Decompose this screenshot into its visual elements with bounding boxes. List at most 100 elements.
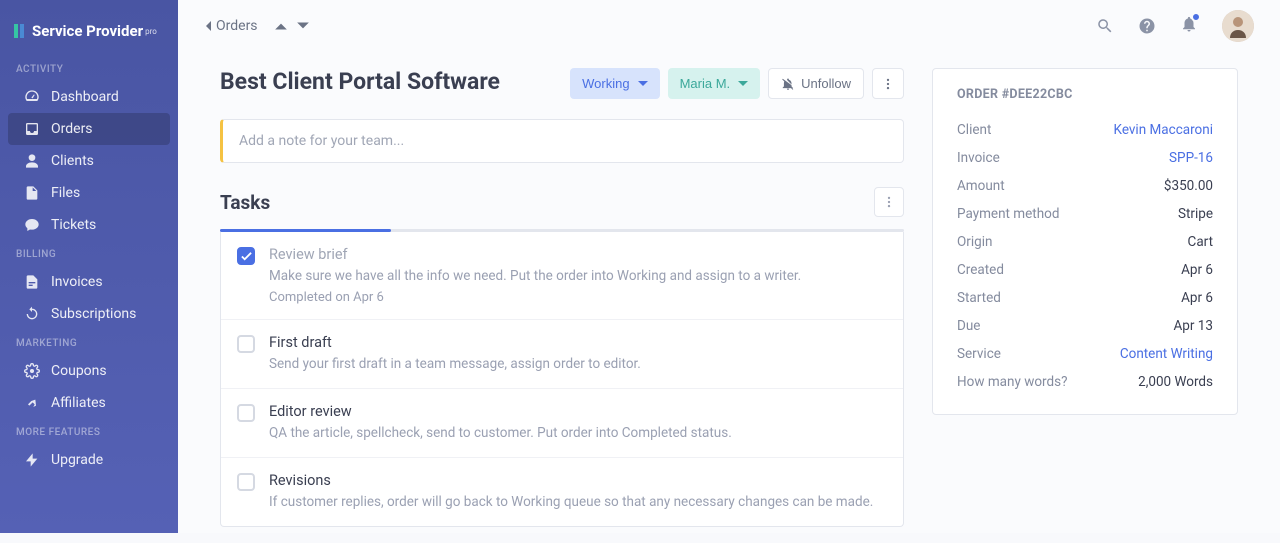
breadcrumb-back[interactable]: Orders [204,18,258,34]
topbar: Orders [178,0,1280,52]
main: Orders Best Client Portal Software [178,0,1280,533]
order-label: Created [957,262,1004,278]
task-checkbox[interactable] [237,473,255,491]
search-icon[interactable] [1096,17,1114,35]
tasks-progress-fill [220,229,391,232]
help-icon[interactable] [1138,17,1156,35]
header-row: Best Client Portal Software Working Mari… [220,68,904,99]
file-icon [24,185,40,201]
nav-affiliates[interactable]: Affiliates [8,387,170,419]
tasks-list: Review brief Make sure we have all the i… [220,232,904,527]
nav-dashboard[interactable]: Dashboard [8,81,170,113]
task-item: Editor review QA the article, spellcheck… [221,389,903,458]
order-value[interactable]: Content Writing [1120,346,1213,362]
dots-vertical-icon [882,195,896,209]
order-label: Client [957,122,991,138]
task-title: Revisions [269,472,887,489]
gauge-icon [24,89,40,105]
assignee-dropdown[interactable]: Maria M. [668,68,761,99]
nav-orders[interactable]: Orders [8,113,170,145]
order-row: StartedApr 6 [957,284,1213,312]
nav-clients-label: Clients [51,153,94,169]
section-marketing: MARKETING [0,330,178,355]
task-title: Editor review [269,403,887,420]
order-value[interactable]: Kevin Maccaroni [1114,122,1213,138]
section-activity: ACTIVITY [0,56,178,81]
order-row: Amount $350.00 [957,172,1213,200]
order-value[interactable]: SPP-16 [1169,150,1213,166]
handshake-icon [24,395,40,411]
order-label: Service [957,346,1001,362]
order-label: Amount [957,178,1005,194]
chevron-left-icon [204,20,212,32]
task-item: First draft Send your first draft in a t… [221,320,903,389]
unfollow-label: Unfollow [801,76,851,91]
nav-files[interactable]: Files [8,177,170,209]
brand-logo-icon [14,24,24,38]
chevron-down-icon [638,79,648,89]
order-value: $350.00 [1164,178,1213,194]
task-desc: Make sure we have all the info we need. … [269,267,887,286]
order-row: Service Content Writing [957,340,1213,368]
more-actions-button[interactable] [872,68,904,99]
order-label: Origin [957,234,992,250]
side-panel: ORDER #DEE22CBC Client Kevin Maccaroni Inv… [932,68,1238,527]
task-checkbox[interactable] [237,404,255,422]
task-checkbox[interactable] [237,335,255,353]
notifications-button[interactable] [1180,15,1198,37]
content: Best Client Portal Software Working Mari… [178,52,1280,543]
note-input[interactable]: Add a note for your team... [220,119,904,163]
user-avatar[interactable] [1222,10,1254,42]
nav-coupons[interactable]: Coupons [8,355,170,387]
logo[interactable]: Service Provider pro [0,16,178,56]
order-label: Due [957,318,980,334]
order-header: ORDER #DEE22CBC [957,87,1213,102]
order-row: How many words?2,000 Words [957,368,1213,396]
page-title: Best Client Portal Software [220,68,500,95]
tasks-menu-button[interactable] [874,187,904,217]
order-value: Cart [1188,234,1213,250]
task-item: Revisions If customer replies, order wil… [221,458,903,526]
unfollow-button[interactable]: Unfollow [768,68,864,99]
breadcrumb: Orders [204,18,310,34]
chevron-down-icon [738,79,748,89]
nav-invoices[interactable]: Invoices [8,266,170,298]
order-value: Apr 6 [1181,262,1213,278]
order-label: Invoice [957,150,1000,166]
bolt-icon [24,452,40,468]
nav-coupons-label: Coupons [51,363,107,379]
nav-clients[interactable]: Clients [8,145,170,177]
order-row: Client Kevin Maccaroni [957,116,1213,144]
inbox-icon [24,121,40,137]
section-billing: BILLING [0,241,178,266]
nav-subscriptions[interactable]: Subscriptions [8,298,170,330]
task-checkbox[interactable] [237,247,255,265]
refresh-icon [24,306,40,322]
order-value: Stripe [1178,206,1213,222]
nav-subscriptions-label: Subscriptions [51,306,136,322]
task-meta: Completed on Apr 6 [269,290,887,305]
order-row: Origin Cart [957,228,1213,256]
section-more: MORE FEATURES [0,419,178,444]
breadcrumb-text: Orders [216,18,258,34]
note-placeholder: Add a note for your team... [239,133,404,149]
sidebar: Service Provider pro ACTIVITY Dashboard … [0,0,178,533]
chevron-down-icon[interactable] [296,19,310,33]
brand-name: Service Provider [32,22,143,40]
brand-suffix: pro [145,27,157,36]
status-label: Working [582,76,629,91]
nav-upgrade[interactable]: Upgrade [8,444,170,476]
status-dropdown[interactable]: Working [570,68,659,99]
nav-upgrade-label: Upgrade [51,452,103,468]
chevron-up-icon[interactable] [274,19,288,33]
order-label: How many words? [957,374,1067,390]
header-actions: Working Maria M. Unfollow [570,68,904,99]
order-row: Invoice SPP-16 [957,144,1213,172]
notification-dot [1191,12,1201,22]
nav-tickets[interactable]: Tickets [8,209,170,241]
order-row: Payment methodStripe [957,200,1213,228]
task-desc: QA the article, spellcheck, send to cust… [269,424,887,443]
order-label: Started [957,290,1001,306]
order-row: DueApr 13 [957,312,1213,340]
topbar-right [1096,10,1254,42]
